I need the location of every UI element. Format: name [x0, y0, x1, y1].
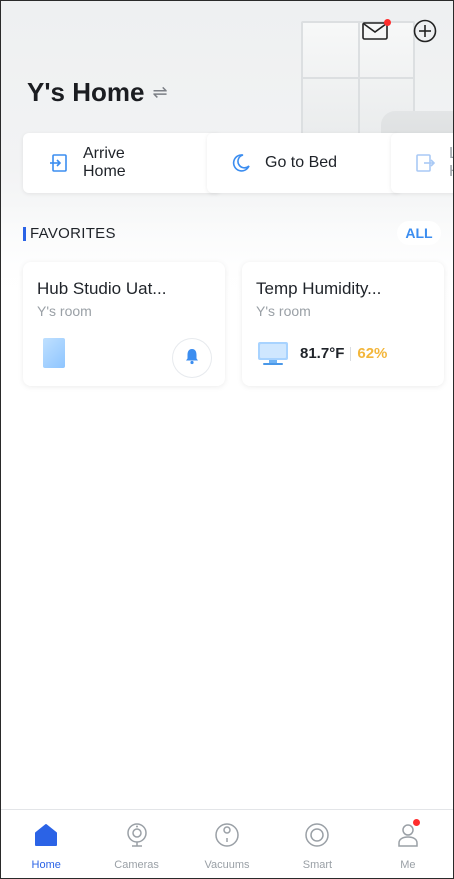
scene-label: Go to Bed	[265, 154, 338, 171]
device-card-hub[interactable]: Hub Studio Uat... Y's room	[23, 262, 225, 386]
bottom-tab-bar: Home Cameras Vacuums Smart Me	[1, 809, 453, 878]
moon-icon	[229, 151, 253, 175]
app-screen: Y's Home ⇌ Arrive Home Go to Bed FAVORIT…	[0, 0, 454, 879]
tab-cameras[interactable]: Cameras	[91, 810, 181, 878]
scene-arrive-home[interactable]: Arrive Home	[23, 133, 221, 193]
scene-label: L H	[449, 145, 453, 181]
favorites-header: FAVORITES	[23, 225, 116, 242]
hub-device-icon	[43, 338, 65, 368]
device-name: Hub Studio Uat...	[37, 279, 167, 298]
leave-icon	[413, 151, 437, 175]
plus-circle-icon	[413, 19, 437, 48]
person-icon	[395, 822, 421, 853]
tab-me[interactable]: Me	[363, 810, 453, 878]
arrive-icon	[47, 151, 71, 175]
tab-label: Home	[31, 859, 61, 871]
scene-go-to-bed[interactable]: Go to Bed	[207, 133, 401, 193]
camera-icon	[124, 822, 150, 853]
notification-dot	[413, 819, 421, 826]
vacuum-icon	[214, 822, 240, 853]
switch-home-icon: ⇌	[152, 82, 168, 102]
sensor-readings: 81.7°F 62%	[300, 345, 387, 362]
tab-label: Vacuums	[204, 859, 250, 871]
tab-smart[interactable]: Smart	[272, 810, 362, 878]
tab-label: Me	[400, 859, 416, 871]
favorites-title: FAVORITES	[30, 225, 116, 242]
all-devices-button[interactable]: ALL	[397, 221, 441, 245]
add-button[interactable]	[411, 19, 439, 47]
home-switcher[interactable]: Y's Home ⇌	[27, 77, 168, 108]
top-actions	[361, 19, 439, 47]
messages-button[interactable]	[361, 19, 391, 47]
bell-icon	[183, 347, 201, 370]
notification-dot	[384, 19, 391, 26]
scene-label: Arrive Home	[83, 145, 126, 180]
scene-shortcuts: Arrive Home Go to Bed L H	[23, 133, 453, 195]
tab-label: Cameras	[114, 859, 159, 871]
divider	[350, 346, 352, 361]
home-name: Y's Home	[27, 77, 145, 107]
home-icon	[33, 822, 59, 853]
device-card-temp-humidity[interactable]: Temp Humidity... Y's room 81.7°F 62%	[242, 262, 444, 386]
alarm-button[interactable]	[173, 339, 211, 377]
tab-label: Smart	[302, 859, 333, 871]
smart-icon	[304, 822, 330, 853]
humidity-value: 62%	[357, 345, 388, 362]
scene-leave-home[interactable]: L H	[391, 133, 453, 193]
thermometer-icon	[257, 340, 289, 366]
device-room: Y's room	[256, 303, 311, 319]
device-name: Temp Humidity...	[256, 279, 382, 298]
section-marker	[23, 226, 26, 241]
device-room: Y's room	[37, 303, 92, 319]
tab-home[interactable]: Home	[1, 810, 91, 878]
temperature-value: 81.7°F	[300, 345, 345, 362]
tab-vacuums[interactable]: Vacuums	[182, 810, 272, 878]
